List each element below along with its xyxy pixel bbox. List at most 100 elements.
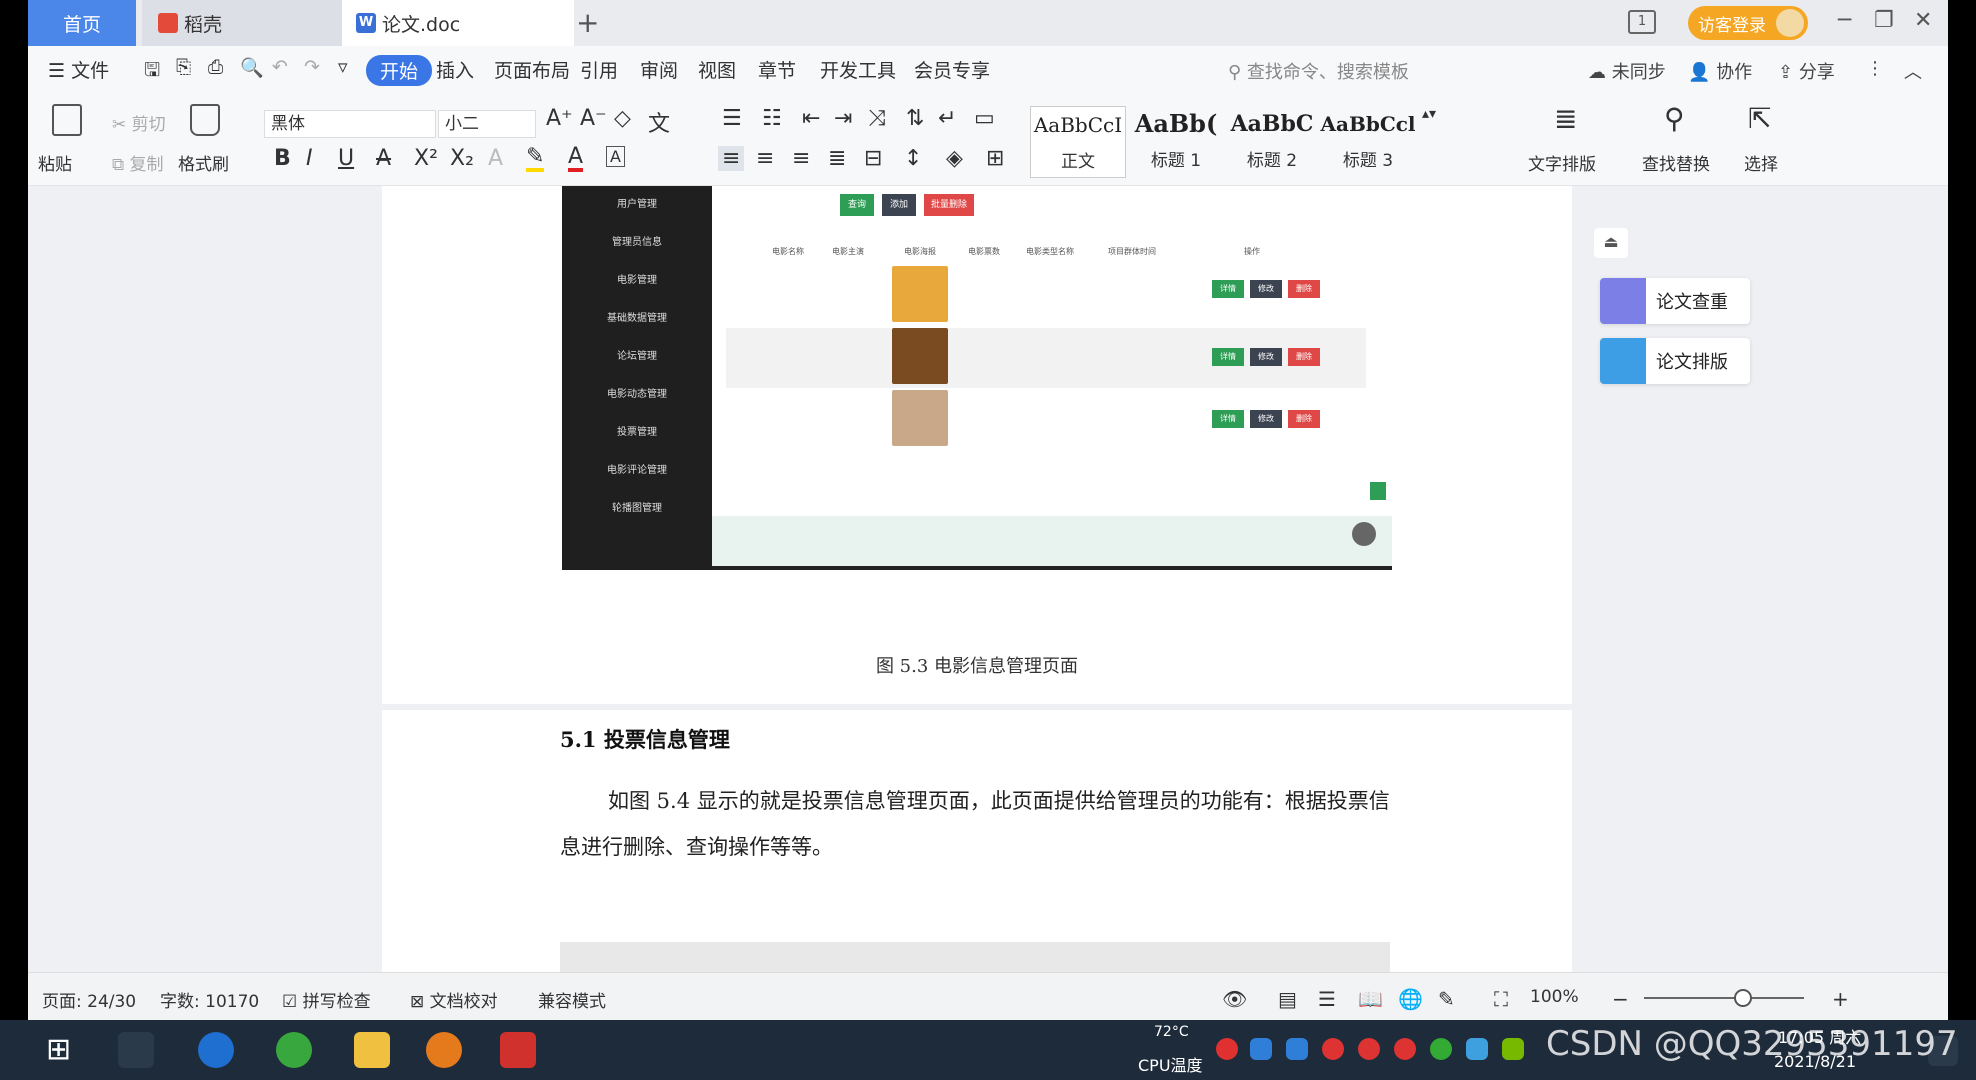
- shrink-font-icon[interactable]: A⁻: [580, 106, 607, 131]
- sort-icon[interactable]: ⇅: [906, 106, 924, 131]
- menu-start[interactable]: 开始: [366, 55, 433, 86]
- menu-insert[interactable]: 插入: [436, 56, 474, 83]
- browser-360-icon[interactable]: [276, 1032, 312, 1068]
- command-search[interactable]: ⚲ 查找命令、搜索模板: [1228, 58, 1409, 84]
- find-replace-button[interactable]: 查找替换: [1642, 150, 1710, 175]
- highlight-icon[interactable]: ✎: [526, 146, 545, 172]
- menu-devtools[interactable]: 开发工具: [820, 56, 896, 83]
- style-heading-2[interactable]: AaBbC 标题 2: [1224, 106, 1320, 178]
- italic-icon[interactable]: I: [306, 146, 313, 171]
- font-color-icon[interactable]: A: [568, 146, 584, 172]
- style-normal[interactable]: AaBbCcI 正文: [1030, 106, 1126, 178]
- paste-icon[interactable]: [52, 104, 82, 136]
- restore-icon[interactable]: ❐: [1874, 8, 1894, 33]
- quick-access-dropdown-icon[interactable]: ▿: [338, 56, 348, 78]
- font-size-select[interactable]: 小二: [438, 110, 536, 138]
- recorder-app-icon[interactable]: [426, 1032, 462, 1068]
- style-heading-1[interactable]: AaBb(标题 1: [1128, 106, 1224, 178]
- file-menu[interactable]: ☰ 文件: [48, 56, 109, 83]
- paper-check-button[interactable]: 论文查重: [1600, 278, 1750, 324]
- shield-icon[interactable]: [1286, 1038, 1308, 1060]
- save-icon[interactable]: 🖫: [144, 56, 160, 88]
- select-pointer-icon[interactable]: ⇱: [1748, 102, 1771, 135]
- print-icon[interactable]: ⎙: [208, 56, 223, 78]
- distribute-icon[interactable]: ⊟: [864, 146, 882, 171]
- export-icon[interactable]: ⎘: [176, 56, 191, 78]
- word-count[interactable]: 字数: 10170: [160, 987, 259, 1012]
- superscript-icon[interactable]: X²: [414, 146, 438, 171]
- text-layout-icon[interactable]: ≣: [1554, 102, 1577, 135]
- page-indicator[interactable]: 页面: 24/30: [42, 987, 136, 1012]
- tray-app-icon[interactable]: [1216, 1038, 1238, 1060]
- menu-view[interactable]: 视图: [698, 56, 736, 83]
- sync-button[interactable]: ☁ 未同步: [1588, 58, 1666, 84]
- windows-start-icon[interactable]: ⊞: [46, 1032, 82, 1068]
- paragraph-marks-icon[interactable]: ↵: [938, 106, 956, 131]
- tab-document[interactable]: W 论文.doc: [342, 0, 574, 46]
- outline-view-icon[interactable]: ☰: [1318, 987, 1336, 1011]
- subscript-icon[interactable]: X₂: [450, 146, 474, 171]
- underline-icon[interactable]: U: [338, 146, 354, 171]
- zoom-out-icon[interactable]: −: [1612, 987, 1629, 1011]
- file-explorer-icon[interactable]: [354, 1032, 390, 1068]
- strikethrough-icon[interactable]: A: [376, 146, 391, 171]
- minimize-icon[interactable]: ─: [1838, 8, 1851, 33]
- collab-button[interactable]: 👤 协作: [1688, 58, 1752, 84]
- char-border-icon[interactable]: A: [606, 146, 625, 167]
- spell-check-button[interactable]: ☑ 拼写检查: [282, 987, 371, 1012]
- table-ruler-icon[interactable]: ▭: [974, 106, 995, 131]
- font-family-select[interactable]: 黑体: [264, 110, 436, 138]
- borders-icon[interactable]: ⊞: [986, 146, 1004, 171]
- tray-app-icon[interactable]: [1466, 1038, 1488, 1060]
- zoom-slider-knob[interactable]: [1734, 989, 1752, 1007]
- text-layout-button[interactable]: 文字排版: [1528, 150, 1596, 175]
- align-right-icon[interactable]: ≡: [792, 146, 810, 171]
- more-icon[interactable]: ⋮: [1866, 58, 1884, 79]
- undo-icon[interactable]: ↶: [272, 56, 288, 78]
- pinyin-icon[interactable]: 文: [648, 106, 670, 138]
- increase-indent-icon[interactable]: ⇥: [834, 106, 852, 131]
- new-tab-button[interactable]: +: [576, 6, 599, 39]
- read-view-icon[interactable]: 📖: [1358, 987, 1383, 1011]
- styles-scroll-icon[interactable]: ▴▾: [1422, 106, 1436, 122]
- zoom-level[interactable]: 100%: [1530, 987, 1579, 1007]
- close-icon[interactable]: ✕: [1914, 8, 1932, 33]
- decrease-indent-icon[interactable]: ⇤: [802, 106, 820, 131]
- page-view-icon[interactable]: ▤: [1278, 987, 1297, 1011]
- style-heading-3[interactable]: AaBbCcl 标题 3: [1320, 106, 1416, 178]
- qq-icon[interactable]: [1358, 1038, 1380, 1060]
- paper-format-button[interactable]: 论文排版: [1600, 338, 1750, 384]
- qq-icon[interactable]: [1394, 1038, 1416, 1060]
- justify-icon[interactable]: ≣: [828, 146, 846, 171]
- zoom-slider[interactable]: [1644, 997, 1804, 999]
- align-left-icon[interactable]: ≡: [718, 146, 745, 171]
- tab-home[interactable]: 首页: [28, 0, 136, 46]
- web-view-icon[interactable]: 🌐: [1398, 987, 1423, 1011]
- menu-layout[interactable]: 页面布局: [494, 56, 570, 83]
- format-painter-icon[interactable]: [190, 104, 220, 136]
- find-replace-icon[interactable]: ⚲: [1664, 102, 1685, 135]
- grow-font-icon[interactable]: A⁺: [546, 106, 573, 131]
- ie-browser-icon[interactable]: [198, 1032, 234, 1068]
- share-button[interactable]: ⇪ 分享: [1778, 58, 1835, 84]
- format-painter-button[interactable]: 格式刷: [178, 150, 229, 175]
- menu-chapter[interactable]: 章节: [758, 56, 796, 83]
- text-effect-icon[interactable]: A: [488, 146, 503, 171]
- select-button[interactable]: 选择: [1744, 150, 1778, 175]
- tray-app-icon[interactable]: [1250, 1038, 1272, 1060]
- line-spacing-icon[interactable]: ↕: [904, 146, 922, 171]
- chinese-layout-icon[interactable]: ⤨: [868, 106, 886, 131]
- write-mode-icon[interactable]: ✎: [1438, 987, 1455, 1011]
- wps-app-icon[interactable]: [500, 1032, 536, 1068]
- doc-proof-button[interactable]: ⊠ 文档校对: [410, 987, 498, 1012]
- tab-daoke[interactable]: 稻壳: [142, 0, 358, 46]
- clear-format-icon[interactable]: ◇: [614, 106, 631, 131]
- paste-button[interactable]: 粘贴: [38, 150, 72, 175]
- print-preview-icon[interactable]: 🔍: [240, 56, 264, 79]
- numbered-list-icon[interactable]: ☷: [762, 106, 782, 131]
- window-count-icon[interactable]: 1: [1628, 10, 1656, 34]
- shading-icon[interactable]: ◈: [946, 146, 963, 171]
- redo-icon[interactable]: ↷: [304, 56, 320, 78]
- side-panel-collapse-icon[interactable]: ⏏: [1594, 228, 1628, 258]
- menu-review[interactable]: 审阅: [640, 56, 678, 83]
